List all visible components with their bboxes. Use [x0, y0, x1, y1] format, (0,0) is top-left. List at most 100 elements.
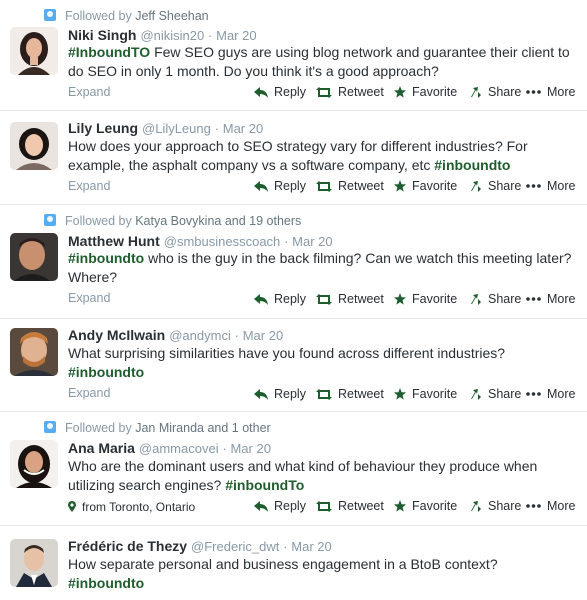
reply-button[interactable]: Reply [254, 85, 306, 99]
tweet-body: How separate personal and business engag… [68, 556, 498, 572]
followed-by-context: Followed by Katya Bovykina and 19 others [44, 214, 301, 230]
tweet-header: Ana Maria @ammacovei · Mar 20 [68, 440, 271, 458]
hashtag-link[interactable]: #inboundTo [225, 477, 304, 493]
more-dots-icon [526, 504, 541, 508]
tweet-body: who is the guy in the back filming? Can … [68, 250, 572, 285]
more-button[interactable]: More [526, 85, 575, 99]
share-button[interactable]: Share [470, 499, 521, 513]
tweet-text: #inboundto who is the guy in the back fi… [68, 249, 578, 287]
retweet-icon [316, 180, 332, 192]
user-handle[interactable]: @ammacovei [139, 441, 219, 456]
separator-dot: · [284, 234, 289, 249]
tweet-timestamp[interactable]: Mar 20 [223, 121, 263, 136]
user-name[interactable]: Niki Singh [68, 27, 136, 43]
tweet-timestamp[interactable]: Mar 20 [291, 539, 331, 554]
avatar[interactable] [10, 122, 58, 170]
hashtag-link[interactable]: #inboundto [68, 575, 144, 591]
star-icon [394, 293, 406, 305]
expand-link[interactable]: Expand [68, 291, 110, 305]
user-name[interactable]: Ana Maria [68, 440, 135, 456]
retweet-button[interactable]: Retweet [316, 499, 384, 513]
retweet-icon [316, 388, 332, 400]
avatar[interactable] [10, 328, 58, 376]
more-button[interactable]: More [526, 292, 575, 306]
reply-icon [254, 388, 268, 400]
context-actor-link[interactable]: Jeff Sheehan [135, 9, 208, 23]
share-icon [471, 181, 481, 192]
share-icon [471, 87, 481, 98]
tweet-timestamp[interactable]: Mar 20 [216, 28, 256, 43]
reply-icon [254, 86, 268, 98]
retweet-label: Retweet [338, 499, 384, 513]
tweet-timestamp[interactable]: Mar 20 [292, 234, 332, 249]
hashtag-link[interactable]: #inboundto [434, 157, 510, 173]
favorite-label: Favorite [412, 179, 458, 193]
expand-link[interactable]: Expand [68, 85, 110, 99]
location-link[interactable]: from Toronto, Ontario [68, 500, 195, 514]
more-dots-icon [526, 90, 541, 94]
more-button[interactable]: More [526, 387, 575, 401]
share-icon [471, 501, 481, 512]
retweet-button[interactable]: Retweet [316, 387, 384, 401]
user-handle[interactable]: @Frederic_dwt [191, 539, 279, 554]
reply-icon [254, 180, 268, 192]
favorite-button[interactable]: Favorite [394, 499, 457, 513]
tweet-item[interactable]: Andy McIlwain @andymci · Mar 20 What surp… [0, 319, 587, 412]
expand-link[interactable]: Expand [68, 179, 110, 193]
user-handle[interactable]: @LilyLeung [142, 121, 211, 136]
reply-button[interactable]: Reply [254, 499, 306, 513]
user-handle[interactable]: @andymci [169, 328, 231, 343]
avatar[interactable] [10, 539, 58, 587]
user-name[interactable]: Andy McIlwain [68, 327, 165, 343]
share-label: Share [488, 179, 522, 193]
more-label: More [547, 179, 576, 193]
context-extra[interactable]: and 19 others [225, 214, 301, 228]
retweet-icon [316, 293, 332, 305]
user-name[interactable]: Matthew Hunt [68, 233, 160, 249]
user-handle[interactable]: @smbusinesscoach [164, 234, 281, 249]
reply-button[interactable]: Reply [254, 387, 306, 401]
context-extra[interactable]: and 1 other [207, 421, 270, 435]
avatar[interactable] [10, 27, 58, 75]
reply-button[interactable]: Reply [254, 179, 306, 193]
more-button[interactable]: More [526, 499, 575, 513]
share-button[interactable]: Share [470, 387, 521, 401]
favorite-button[interactable]: Favorite [394, 292, 457, 306]
share-button[interactable]: Share [470, 179, 521, 193]
tweet-item[interactable]: Frédéric de Thezy @Frederic_dwt · Mar 20 … [0, 526, 587, 600]
context-prefix: Followed by [65, 214, 132, 228]
tweet-text: How separate personal and business engag… [68, 555, 578, 593]
tweet-item[interactable]: Followed by Katya Bovykina and 19 others… [0, 205, 587, 319]
user-handle[interactable]: @nikisin20 [140, 28, 204, 43]
tweet-item[interactable]: Followed by Jan Miranda and 1 other Ana … [0, 412, 587, 526]
user-name[interactable]: Lily Leung [68, 120, 138, 136]
reply-label: Reply [274, 85, 306, 99]
share-label: Share [488, 85, 522, 99]
retweet-button[interactable]: Retweet [316, 292, 384, 306]
user-name[interactable]: Frédéric de Thezy [68, 538, 187, 554]
more-button[interactable]: More [526, 179, 575, 193]
tweet-item[interactable]: Followed by Jeff Sheehan Niki Singh @niki… [0, 0, 587, 111]
reply-button[interactable]: Reply [254, 292, 306, 306]
expand-link[interactable]: Expand [68, 386, 110, 400]
tweet-timestamp[interactable]: Mar 20 [230, 441, 270, 456]
favorite-button[interactable]: Favorite [394, 85, 457, 99]
more-label: More [547, 292, 576, 306]
hashtag-link[interactable]: #inboundto [68, 364, 144, 380]
hashtag-link[interactable]: #InboundTO [68, 44, 150, 60]
tweet-item[interactable]: Lily Leung @LilyLeung · Mar 20 How does y… [0, 111, 587, 205]
avatar[interactable] [10, 233, 58, 281]
separator-dot: · [208, 28, 213, 43]
tweet-header: Andy McIlwain @andymci · Mar 20 [68, 327, 283, 345]
share-button[interactable]: Share [470, 292, 521, 306]
avatar[interactable] [10, 440, 58, 488]
retweet-button[interactable]: Retweet [316, 85, 384, 99]
favorite-button[interactable]: Favorite [394, 179, 457, 193]
hashtag-link[interactable]: #inboundto [68, 250, 144, 266]
context-actor-link[interactable]: Katya Bovykina [135, 214, 221, 228]
retweet-button[interactable]: Retweet [316, 179, 384, 193]
tweet-timestamp[interactable]: Mar 20 [243, 328, 283, 343]
share-button[interactable]: Share [470, 85, 521, 99]
favorite-button[interactable]: Favorite [394, 387, 457, 401]
context-actor-link[interactable]: Jan Miranda [135, 421, 204, 435]
